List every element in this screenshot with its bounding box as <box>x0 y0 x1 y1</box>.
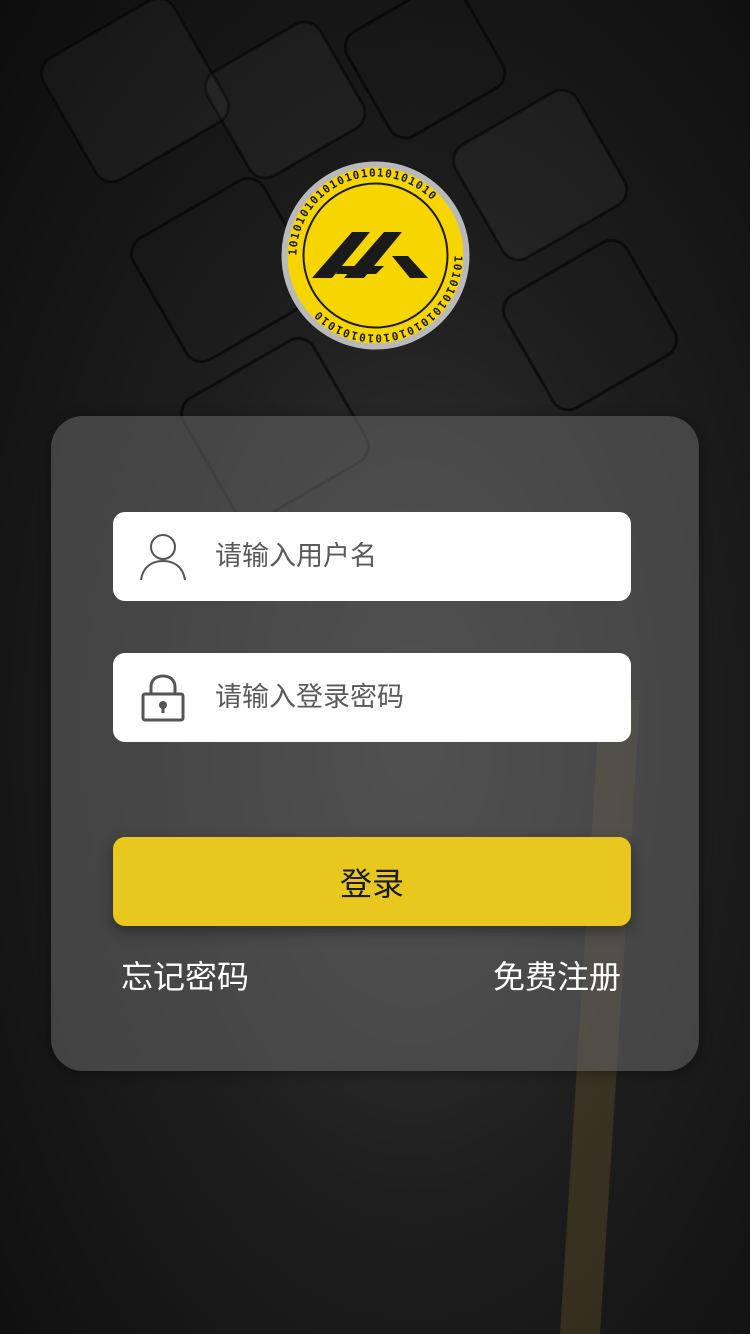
register-link[interactable]: 免费注册 <box>493 952 621 998</box>
app-logo: 101010101010101010101010 101010101010101… <box>281 161 470 350</box>
username-input[interactable] <box>215 541 595 572</box>
username-field[interactable] <box>113 512 631 601</box>
password-field[interactable] <box>113 653 631 742</box>
login-screen: 101010101010101010101010 101010101010101… <box>0 0 750 1334</box>
forgot-password-link[interactable]: 忘记密码 <box>121 952 249 998</box>
user-icon <box>139 532 187 582</box>
password-input[interactable] <box>215 682 595 713</box>
login-card: 登录 忘记密码 免费注册 <box>51 416 699 1071</box>
lock-icon <box>139 673 187 723</box>
login-button[interactable]: 登录 <box>113 837 631 926</box>
